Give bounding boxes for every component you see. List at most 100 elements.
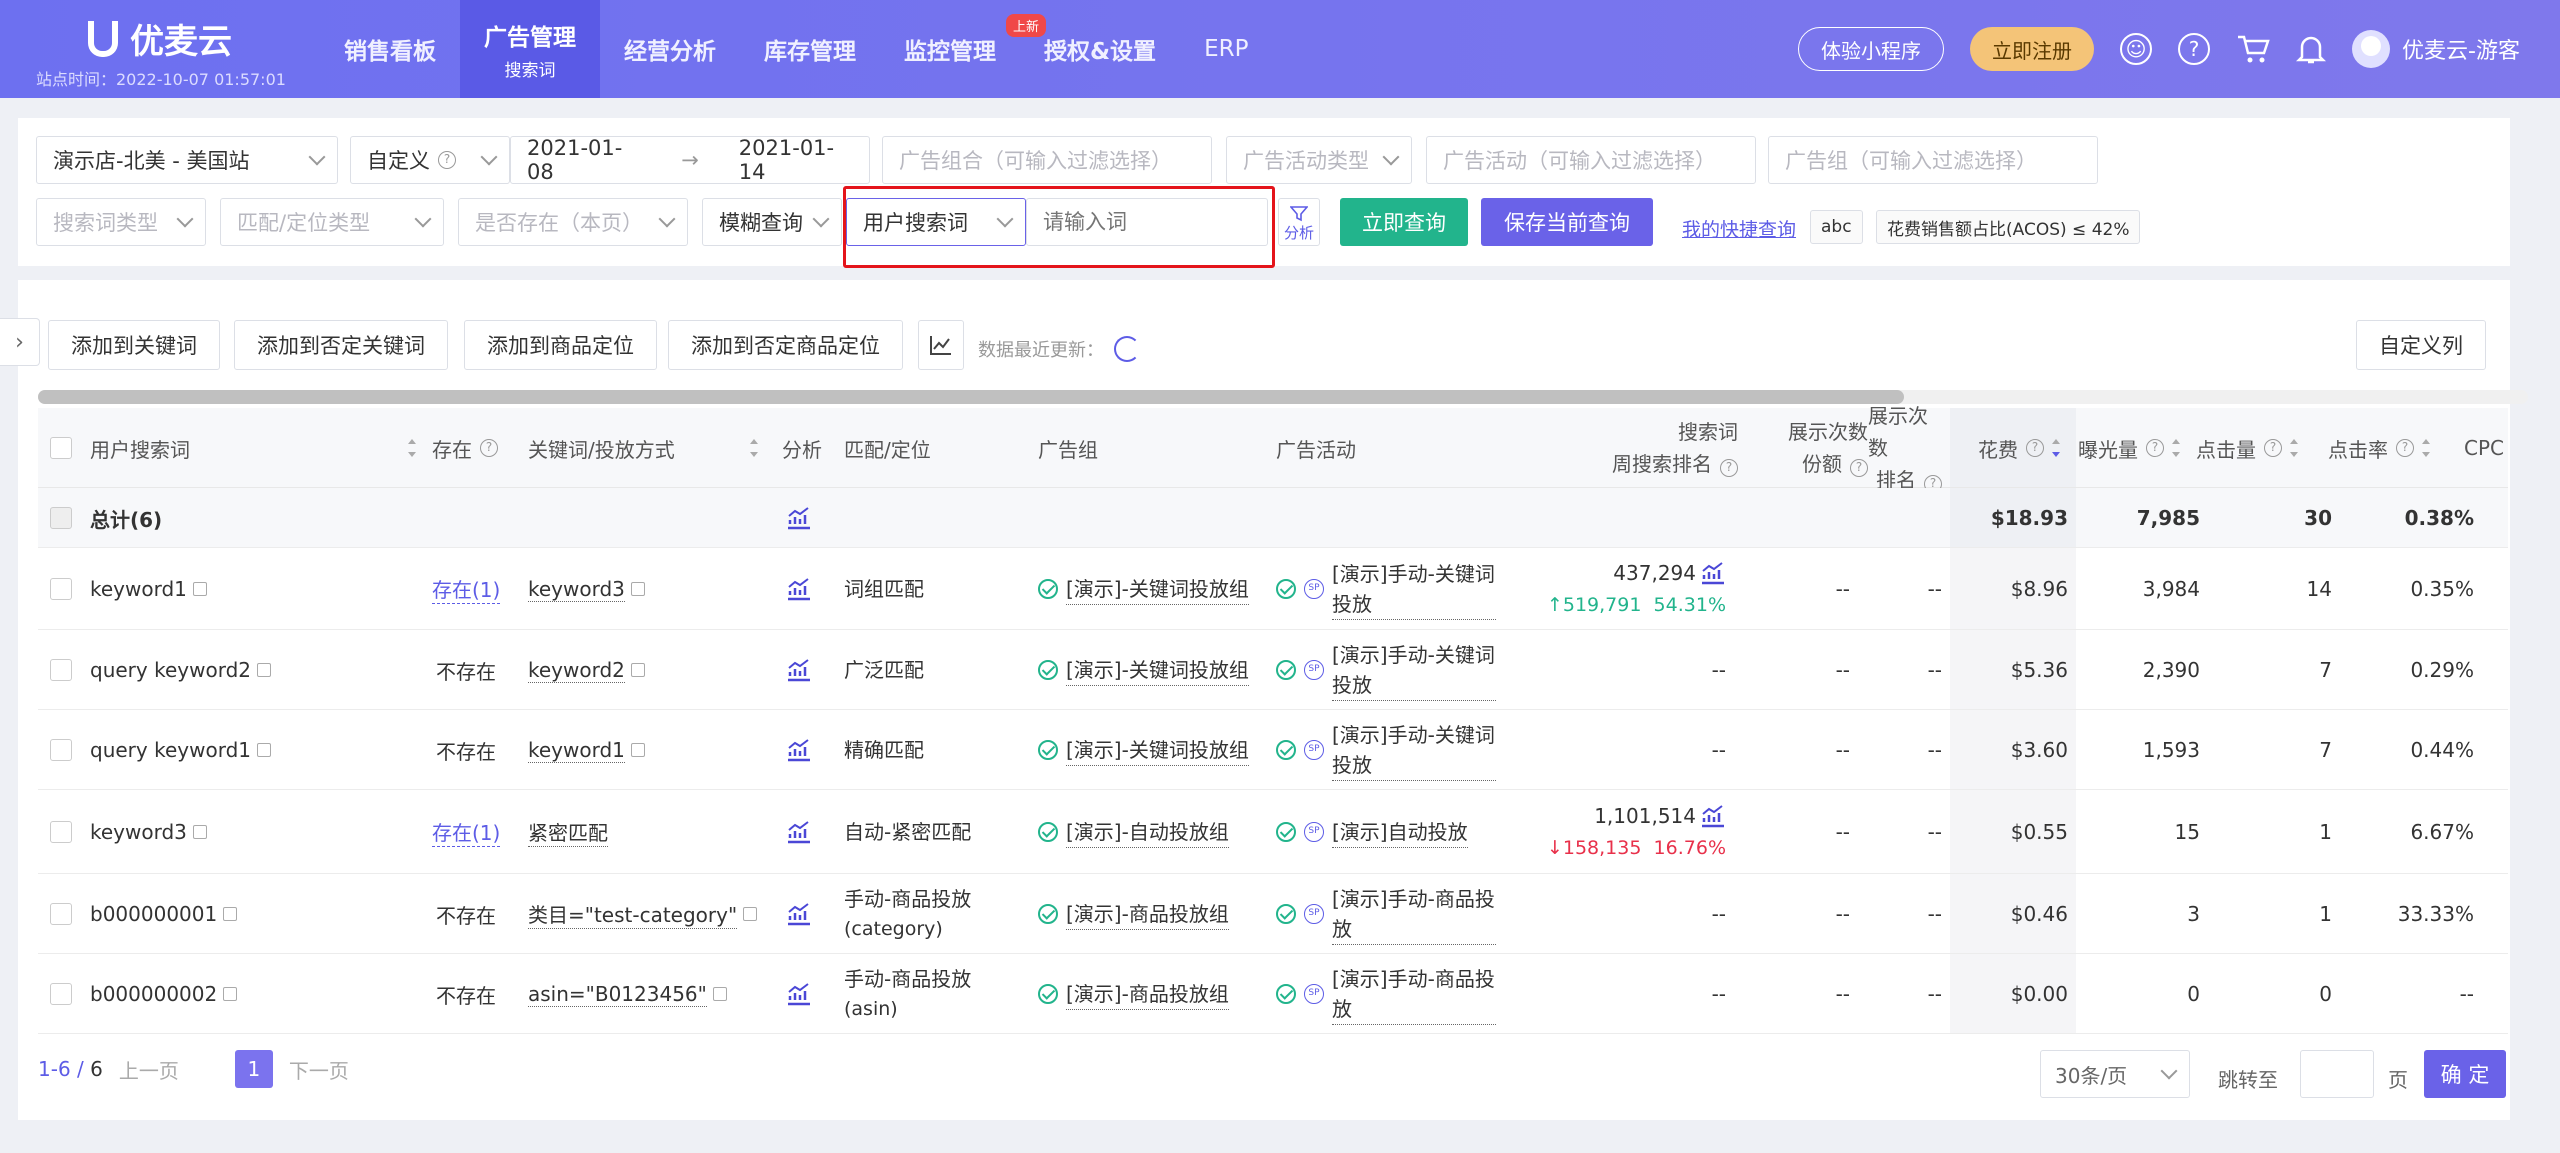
external-link-icon[interactable] bbox=[257, 743, 271, 757]
date-mode-select[interactable]: 自定义? bbox=[350, 136, 510, 184]
trend-chart-icon[interactable] bbox=[1700, 804, 1726, 828]
sort-icon[interactable] bbox=[2422, 439, 2430, 457]
sort-icon[interactable] bbox=[2172, 439, 2180, 457]
brand-logo[interactable]: 优麦云 bbox=[88, 14, 232, 63]
quick-tag-acos[interactable]: 花费销售额占比(ACOS) ≤ 42% bbox=[1876, 210, 2141, 244]
quick-tag-abc[interactable]: abc bbox=[1810, 210, 1863, 244]
search-term[interactable]: b000000001 bbox=[90, 874, 238, 954]
search-term[interactable]: b000000002 bbox=[90, 954, 238, 1034]
campaign-link[interactable]: SP [演示]自动投放 bbox=[1276, 790, 1496, 874]
add-keyword-button[interactable]: 添加到关键词 bbox=[48, 320, 220, 370]
trend-chart-icon[interactable] bbox=[786, 982, 812, 1006]
nav-business-analysis[interactable]: 经营分析 bbox=[600, 0, 740, 98]
exists-status[interactable]: 存在(1) bbox=[432, 548, 501, 630]
trend-chart-icon[interactable] bbox=[786, 658, 812, 682]
user-menu[interactable]: 优麦云-游客 bbox=[2352, 30, 2520, 68]
date-start[interactable]: 2021-01-08 bbox=[527, 136, 641, 184]
search-term[interactable]: keyword1 bbox=[90, 548, 207, 630]
chart-toggle-button[interactable] bbox=[918, 320, 964, 370]
external-link-icon[interactable] bbox=[223, 907, 238, 921]
row-checkbox[interactable] bbox=[50, 821, 72, 843]
query-button[interactable]: 立即查询 bbox=[1340, 198, 1468, 246]
custom-columns-button[interactable]: 自定义列 bbox=[2356, 320, 2486, 370]
mini-program-button[interactable]: 体验小程序 bbox=[1798, 27, 1945, 71]
exists-status[interactable]: 存在(1) bbox=[432, 790, 501, 874]
external-link-icon[interactable] bbox=[743, 907, 758, 921]
prev-page-button[interactable]: 上一页 bbox=[119, 1055, 179, 1084]
select-all-checkbox[interactable] bbox=[50, 437, 72, 459]
external-link-icon[interactable] bbox=[223, 987, 238, 1001]
bell-icon[interactable] bbox=[2296, 33, 2327, 65]
col-clicks[interactable]: 点击量? bbox=[2196, 408, 2298, 488]
ad-group-link[interactable]: [演示]-关键词投放组 bbox=[1038, 630, 1258, 710]
row-checkbox[interactable] bbox=[50, 507, 72, 529]
page-number[interactable]: 1 bbox=[234, 1050, 273, 1088]
analyze-filter-button[interactable]: 分析 bbox=[1278, 198, 1320, 246]
campaign-link[interactable]: SP [演示]手动-商品投放 bbox=[1276, 874, 1496, 954]
refresh-icon[interactable] bbox=[1114, 336, 1140, 362]
row-checkbox[interactable] bbox=[50, 659, 72, 681]
campaign-link[interactable]: SP [演示]手动-关键词投放 bbox=[1276, 710, 1496, 790]
keyword-target[interactable]: 紧密匹配 bbox=[528, 790, 608, 874]
keyword-target[interactable]: keyword3 bbox=[528, 548, 645, 630]
nav-inventory[interactable]: 库存管理 bbox=[740, 0, 880, 98]
store-select[interactable]: 演示店-北美 - 美国站 bbox=[36, 136, 338, 184]
nav-monitoring[interactable]: 监控管理 上新 bbox=[880, 0, 1046, 98]
match-type-select[interactable]: 匹配/定位类型 bbox=[220, 198, 444, 246]
keyword-target[interactable]: keyword2 bbox=[528, 630, 645, 710]
trend-chart-icon[interactable] bbox=[1700, 561, 1726, 585]
scrollbar-thumb[interactable] bbox=[38, 390, 1904, 404]
exists-select[interactable]: 是否存在（本页） bbox=[458, 198, 688, 246]
ad-group-link[interactable]: [演示]-商品投放组 bbox=[1038, 874, 1258, 954]
external-link-icon[interactable] bbox=[630, 663, 645, 677]
ad-group-link[interactable]: [演示]-关键词投放组 bbox=[1038, 710, 1258, 790]
add-negative-keyword-button[interactable]: 添加到否定关键词 bbox=[234, 320, 448, 370]
help-icon[interactable]: ? bbox=[2178, 33, 2211, 65]
trend-chart-icon[interactable] bbox=[786, 577, 812, 601]
campaign-select[interactable]: 广告活动（可输入过滤选择） bbox=[1426, 136, 1756, 184]
quick-query-link[interactable]: 我的快捷查询 bbox=[1682, 215, 1796, 242]
add-product-target-button[interactable]: 添加到商品定位 bbox=[464, 320, 657, 370]
ad-group-link[interactable]: [演示]-商品投放组 bbox=[1038, 954, 1258, 1034]
nav-auth-settings[interactable]: 授权&设置 bbox=[1020, 0, 1180, 98]
save-query-button[interactable]: 保存当前查询 bbox=[1481, 198, 1653, 246]
search-term-type-select[interactable]: 搜索词类型 bbox=[36, 198, 206, 246]
col-spend[interactable]: 花费? bbox=[1978, 408, 2060, 488]
campaign-type-select[interactable]: 广告活动类型 bbox=[1226, 136, 1412, 184]
external-link-icon[interactable] bbox=[630, 582, 645, 596]
external-link-icon[interactable] bbox=[192, 582, 207, 596]
trend-chart-icon[interactable] bbox=[786, 902, 812, 926]
support-icon[interactable]: ☺ bbox=[2120, 33, 2153, 65]
sort-icon[interactable] bbox=[2290, 439, 2298, 457]
ad-group-link[interactable]: [演示]-关键词投放组 bbox=[1038, 548, 1258, 630]
col-ctr[interactable]: 点击率? bbox=[2328, 408, 2430, 488]
campaign-link[interactable]: SP [演示]手动-关键词投放 bbox=[1276, 548, 1496, 630]
keyword-target[interactable]: keyword1 bbox=[528, 710, 645, 790]
cart-icon[interactable] bbox=[2236, 33, 2270, 65]
nav-sales-dashboard[interactable]: 销售看板 bbox=[320, 0, 460, 98]
external-link-icon[interactable] bbox=[630, 743, 645, 757]
external-link-icon[interactable] bbox=[257, 663, 271, 677]
fuzzy-select[interactable]: 模糊查询 bbox=[702, 198, 842, 246]
horizontal-scrollbar[interactable] bbox=[38, 390, 2528, 404]
campaign-link[interactable]: SP [演示]手动-商品投放 bbox=[1276, 954, 1496, 1034]
page-size-select[interactable]: 30条/页 bbox=[2040, 1050, 2190, 1098]
register-button[interactable]: 立即注册 bbox=[1970, 27, 2095, 71]
sort-icon[interactable] bbox=[408, 439, 416, 457]
trend-chart-icon[interactable] bbox=[786, 820, 812, 844]
sort-icon[interactable] bbox=[750, 439, 758, 457]
nav-erp[interactable]: ERP bbox=[1180, 0, 1272, 98]
ad-group-select[interactable]: 广告组（可输入过滤选择） bbox=[1768, 136, 2098, 184]
keyword-target[interactable]: asin="B0123456" bbox=[528, 954, 727, 1034]
col-keyword[interactable]: 关键词/投放方式 bbox=[528, 408, 758, 488]
add-negative-product-button[interactable]: 添加到否定商品定位 bbox=[668, 320, 903, 370]
jump-page-input[interactable] bbox=[2300, 1050, 2374, 1098]
col-impressions[interactable]: 曝光量? bbox=[2078, 408, 2180, 488]
external-link-icon[interactable] bbox=[192, 825, 207, 839]
row-checkbox[interactable] bbox=[50, 739, 72, 761]
trend-chart-icon[interactable] bbox=[786, 506, 812, 530]
nav-ad-management[interactable]: 广告管理 搜索词 bbox=[460, 0, 600, 98]
row-checkbox[interactable] bbox=[50, 903, 72, 925]
date-end[interactable]: 2021-01-14 bbox=[739, 136, 853, 184]
trend-chart-icon[interactable] bbox=[786, 738, 812, 762]
